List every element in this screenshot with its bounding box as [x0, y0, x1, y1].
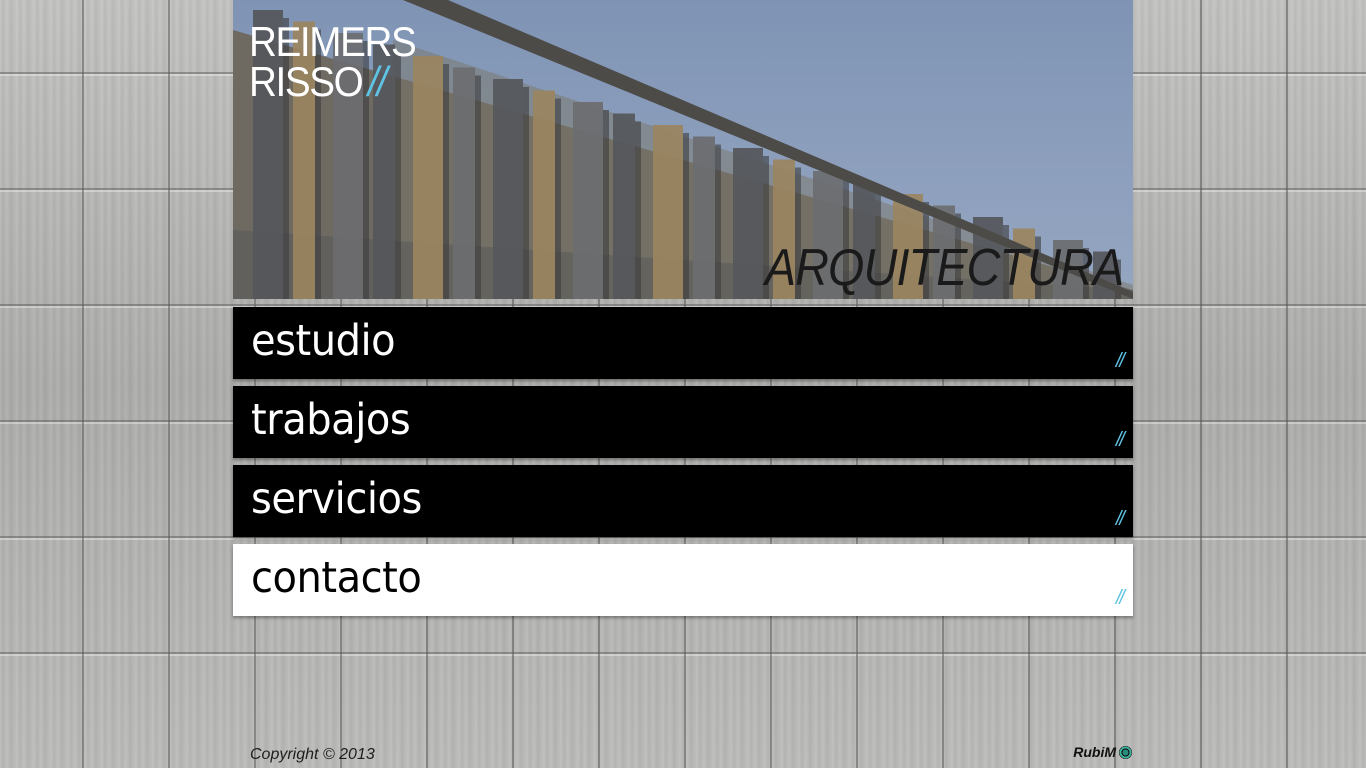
- brand-logo[interactable]: REIMERS RISSO//: [249, 18, 417, 105]
- rubim-logo-icon: [1119, 745, 1132, 759]
- menu-item-label: trabajos: [251, 395, 411, 445]
- menu-slash-icon: //: [1115, 587, 1125, 609]
- menu-item-trabajos[interactable]: trabajos //: [233, 386, 1133, 458]
- menu-slash-icon: //: [1115, 508, 1125, 530]
- copyright-text: Copyright © 2013: [250, 746, 375, 763]
- hero-caption: ARQUITECTURA: [764, 239, 1124, 297]
- hero-banner: REIMERS RISSO// ARQUITECTURA: [233, 0, 1133, 299]
- menu-item-label: estudio: [251, 316, 396, 366]
- credit-link[interactable]: RubiM: [1073, 744, 1132, 760]
- menu-item-estudio[interactable]: estudio //: [233, 307, 1133, 379]
- menu-item-label: contacto: [251, 553, 422, 603]
- menu-item-servicios[interactable]: servicios //: [233, 465, 1133, 537]
- main-menu: estudio // trabajos // servicios // cont…: [233, 307, 1133, 623]
- menu-item-contacto[interactable]: contacto //: [233, 544, 1133, 616]
- credit-label: RubiM: [1073, 744, 1116, 760]
- menu-slash-icon: //: [1115, 429, 1125, 451]
- menu-item-label: servicios: [251, 474, 422, 524]
- brand-line-1: REIMERS: [249, 18, 417, 65]
- brand-accent-slashes: //: [367, 58, 388, 105]
- menu-slash-icon: //: [1115, 350, 1125, 372]
- brand-line-2: RISSO//: [249, 58, 388, 105]
